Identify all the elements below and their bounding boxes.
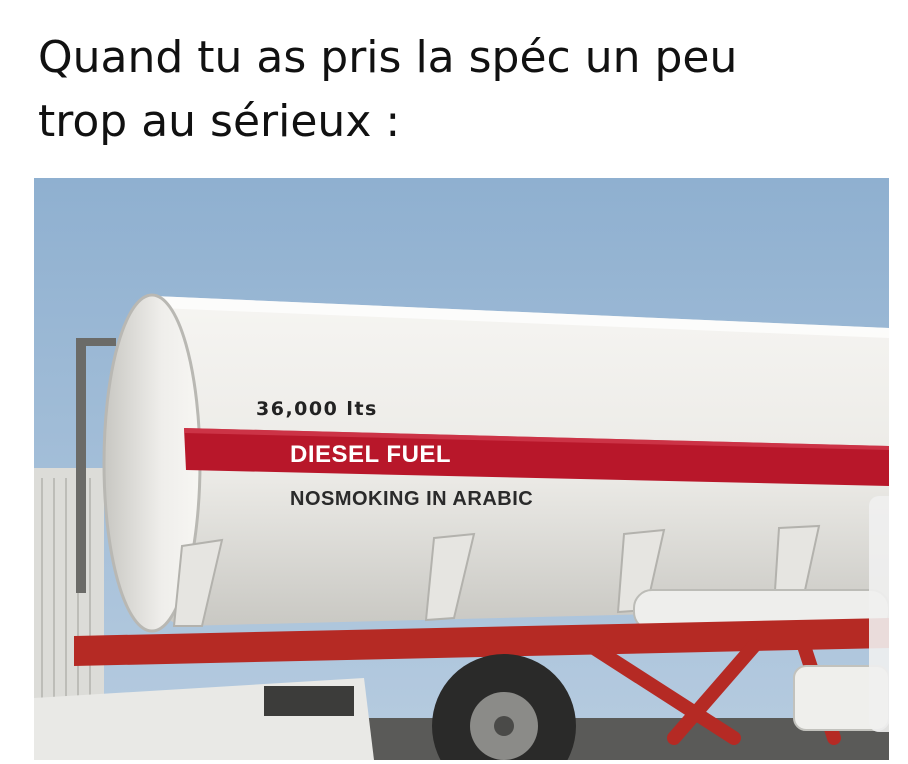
cab-grille [264, 686, 354, 716]
caption-line-2: trop au sérieux : [38, 96, 401, 147]
tank-product-label: DIESEL FUEL [290, 441, 452, 468]
meme-caption: Quand tu as pris la spéc un peu trop au … [38, 26, 888, 154]
tank-capacity-label: 36,000 lts [256, 398, 378, 420]
caption-line-1: Quand tu as pris la spéc un peu [38, 32, 738, 83]
tanker-truck-photo: 36,000 lts DIESEL FUEL NOSMOKING IN ARAB… [34, 178, 889, 760]
tanker-illustration [34, 178, 889, 760]
scroll-edge-handle[interactable] [869, 496, 889, 732]
tank-notice-label: NOSMOKING IN ARABIC [290, 488, 534, 510]
rear-frame-bracket [76, 338, 116, 346]
rear-frame [76, 343, 86, 593]
wheel-hub-center [494, 716, 514, 736]
